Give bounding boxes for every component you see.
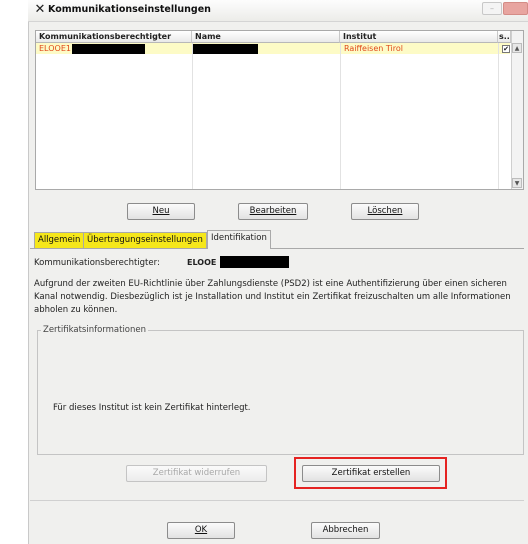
zertifikat-widerrufen-button[interactable]: Zertifikat widerrufen [126, 465, 267, 482]
window-title: Kommunikationseinstellungen [48, 4, 211, 15]
tab-identifikation[interactable]: Identifikation [207, 230, 271, 249]
column-divider [340, 43, 341, 189]
table-scrollbar[interactable] [511, 31, 523, 189]
neu-button[interactable]: Neu [127, 203, 195, 220]
scroll-down-icon[interactable]: ▼ [512, 178, 522, 188]
redacted-block [72, 44, 145, 54]
neu-button-label: Neu [152, 206, 170, 216]
close-button[interactable] [503, 2, 528, 15]
tab-allgemein[interactable]: Allgemein [34, 232, 85, 248]
minimize-button[interactable]: – [482, 2, 502, 15]
column-divider [498, 43, 499, 189]
psd2-description: Aufgrund der zweiten EU-Richtlinie über … [34, 279, 511, 315]
bearbeiten-button-label: Bearbeiten [249, 206, 297, 216]
column-header-name[interactable]: Name [192, 31, 340, 43]
column-header-institut[interactable]: Institut [340, 31, 498, 43]
column-header-s[interactable]: s... [498, 31, 511, 43]
abbrechen-button[interactable]: Abbrechen [311, 522, 380, 539]
no-certificate-text: Für dieses Institut ist kein Zertifikat … [53, 403, 251, 413]
bearbeiten-button[interactable]: Bearbeiten [238, 203, 308, 220]
scroll-up-icon[interactable]: ▲ [512, 43, 522, 53]
redacted-berechtigter [220, 256, 289, 268]
column-divider [192, 43, 193, 189]
row-checkbox[interactable]: ✔ [502, 45, 510, 53]
footer-divider [30, 500, 524, 501]
highlight-frame [294, 457, 447, 489]
account-table[interactable] [35, 30, 524, 190]
loeschen-button[interactable]: Löschen [351, 203, 419, 220]
column-header-berechtigter[interactable]: Kommunikationsberechtigter [36, 31, 192, 43]
ok-button[interactable]: OK [167, 522, 235, 539]
tab-baseline [30, 248, 524, 249]
ok-button-label: OK [194, 525, 208, 535]
cell-berechtigter: ELOOE1 [39, 44, 71, 53]
cell-institut: Raiffeisen Tirol [344, 44, 403, 53]
tab-uebertragungseinstellungen[interactable]: Übertragungseinstellungen [83, 232, 207, 248]
zertifikat-groupbox [37, 330, 524, 455]
groupbox-title: Zertifikatsinformationen [41, 325, 149, 335]
redacted-name [193, 44, 258, 54]
berechtigter-value: ELOOE [187, 258, 217, 267]
app-icon: ✕ [34, 2, 46, 17]
berechtigter-label: Kommunikationsberechtigter: [34, 258, 160, 268]
loeschen-button-label: Löschen [367, 206, 403, 216]
